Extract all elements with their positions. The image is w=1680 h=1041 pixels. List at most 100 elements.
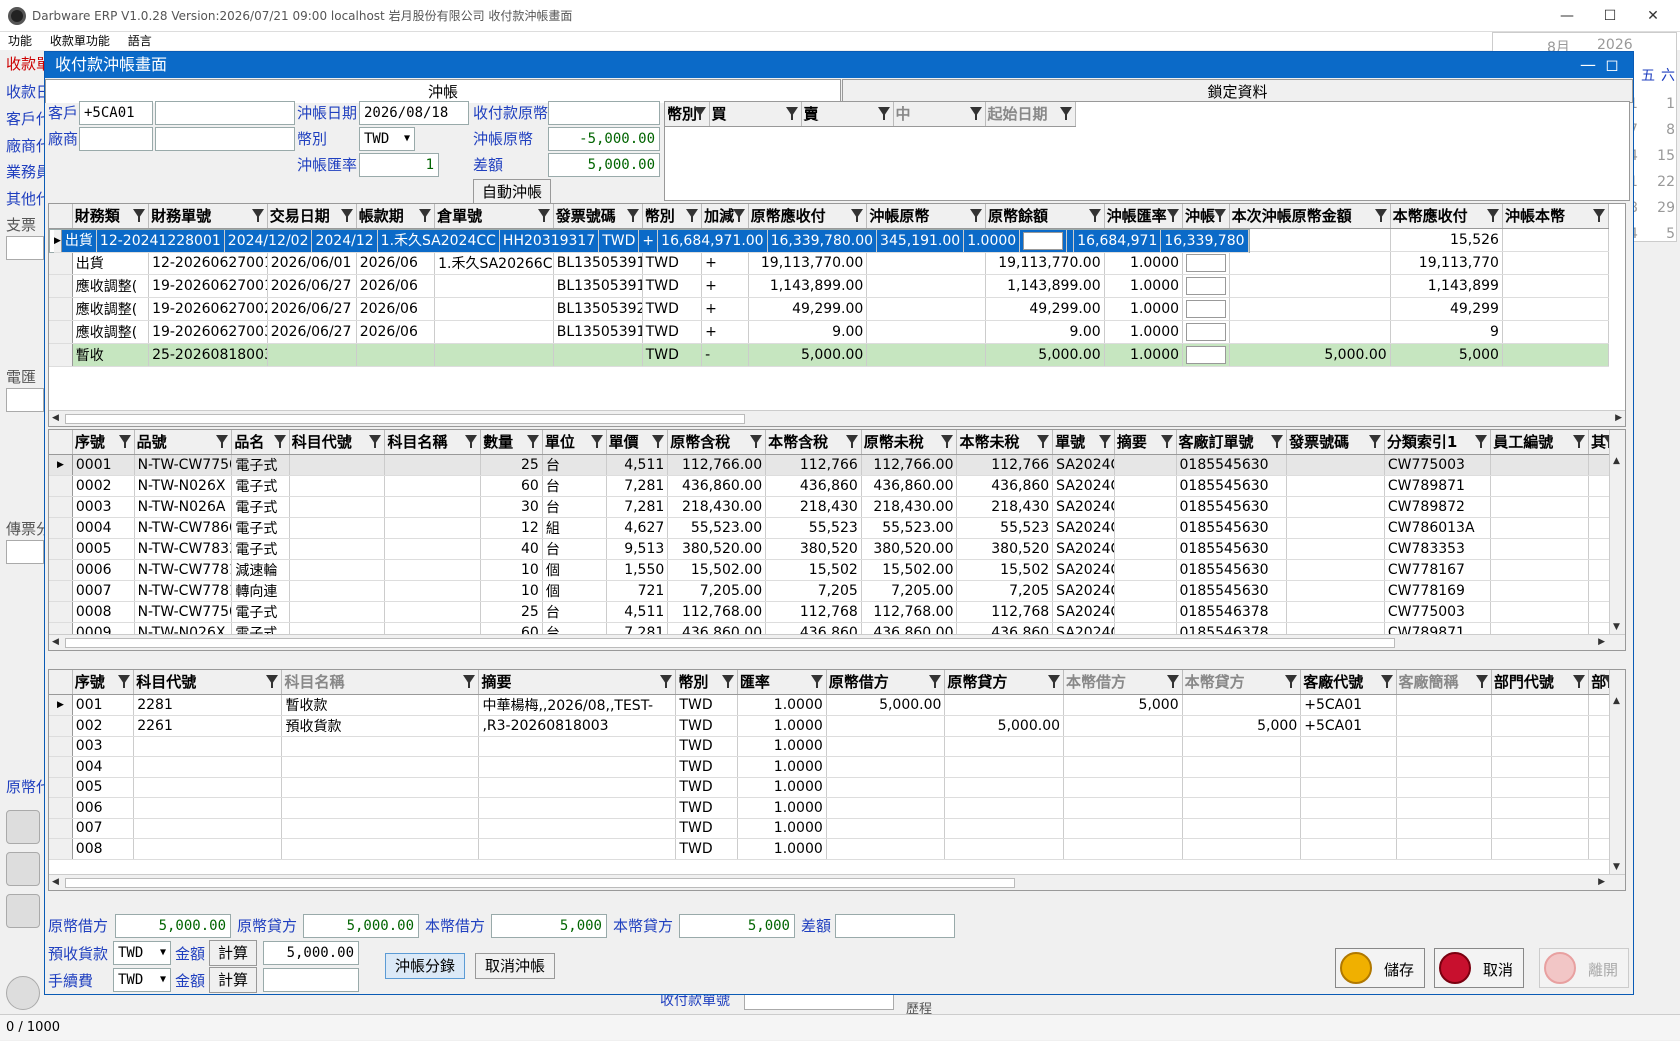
table-cell[interactable]: 004 [72,756,135,778]
table-cell[interactable]: 218,430.00 [861,496,958,518]
column-header[interactable]: 單號 [1052,430,1115,455]
table-cell[interactable]: 出貨 [61,229,97,253]
table-cell[interactable]: + [701,297,749,321]
table-cell[interactable] [434,274,554,298]
table-cell[interactable]: TWD [598,229,640,253]
filter-icon[interactable] [1213,209,1226,222]
table-cell[interactable]: 55,523.00 [667,517,767,539]
table-cell[interactable]: 2026/06 [356,251,436,275]
currency-select[interactable]: TWD ▼ [359,127,415,151]
table-cell[interactable] [289,475,386,497]
table-cell[interactable]: 0007 [72,580,135,602]
filter-icon[interactable] [1271,435,1284,448]
table-cell[interactable]: 1.0000 [737,715,827,737]
table-cell[interactable]: 1.0000 [737,756,827,778]
table-cell[interactable]: 15,526 [1390,228,1503,252]
filter-icon[interactable] [1285,675,1298,688]
exit-button[interactable]: 離開 [1539,948,1629,988]
table-cell[interactable]: CW789871 [1384,475,1492,497]
column-header[interactable]: 沖帳原幣 [866,204,986,229]
table-cell[interactable] [1300,818,1397,839]
table-cell[interactable] [1286,559,1385,581]
offset-checkbox-cell[interactable] [1182,251,1230,275]
table-cell[interactable]: 0002 [72,475,135,497]
table-cell[interactable]: SA2024C [1052,601,1115,623]
filter-icon[interactable] [1573,435,1586,448]
table-cell[interactable] [1490,517,1590,539]
table-cell[interactable]: TWD [642,274,703,298]
table-cell[interactable]: +5CA01 [1300,694,1397,716]
table-row[interactable]: 0003 N-TW-N026A 電子式 30 台 7,281 218,430.00 218,4… [49,496,1619,518]
filter-icon[interactable] [845,435,858,448]
table-cell[interactable]: + [638,229,659,253]
table-cell[interactable]: 1,550 [606,559,669,581]
table-cell[interactable]: TWD [675,756,738,778]
calendar-day[interactable]: 22 [1639,169,1675,195]
cancel-offset-button[interactable]: 取消沖帳 [475,953,555,979]
filter-icon[interactable] [1486,209,1499,222]
offset-checkbox-cell[interactable] [1182,320,1230,344]
table-cell[interactable]: 9.00 [985,320,1105,344]
table-cell[interactable] [1300,756,1397,778]
table-cell[interactable]: 1.0000 [737,777,827,798]
table-cell[interactable] [1286,601,1385,623]
column-header[interactable]: 沖帳匯率 [1104,204,1184,229]
table-cell[interactable] [866,297,986,321]
table-cell[interactable] [384,559,482,581]
orig-amount-input[interactable] [548,101,660,125]
table-cell[interactable] [1114,454,1177,476]
table-cell[interactable]: N-TW-CW7781 [134,580,233,602]
table-row[interactable]: 0005N-TW-CW7833.電子式40台9,513380,520.00380… [49,538,1619,560]
table-cell[interactable]: 1.0000 [737,838,827,860]
dialog-minimize-button[interactable]: — [1577,52,1599,78]
table-cell[interactable] [281,777,480,798]
table-cell[interactable] [944,838,1065,860]
table-cell[interactable]: 16,339,780.00 [767,229,878,253]
table-cell[interactable]: 15,502 [765,559,862,581]
table-cell[interactable]: 組 [542,517,607,539]
table-cell[interactable]: 電子式 [231,601,290,623]
table-cell[interactable]: 電子式 [231,496,290,518]
column-header[interactable]: 序號 [72,670,135,695]
column-header[interactable]: 本幣貸方 [1182,670,1302,695]
table-cell[interactable] [1490,496,1590,518]
table-cell[interactable]: 1.0000 [1104,297,1184,321]
table-cell[interactable] [1502,228,1610,252]
row-indicator[interactable] [49,343,73,367]
table-cell[interactable] [1300,838,1397,860]
table-row[interactable]: 0006 N-TW-CW7781 減速輪 10 個 1,550 15,502.00 15,50… [49,559,1619,581]
table-cell[interactable] [1063,736,1183,757]
table-cell[interactable] [1502,297,1610,321]
table-cell[interactable]: 19,113,770.00 [748,251,868,275]
table-cell[interactable] [826,736,946,757]
table-cell[interactable] [1491,756,1590,778]
table-cell[interactable] [1300,797,1397,819]
tab-offset[interactable]: 沖帳 [45,79,841,103]
calendar-day[interactable]: 8 [1639,117,1675,143]
table-cell[interactable]: 7,281 [606,475,669,497]
table-cell[interactable]: N-TW-N026A [134,496,233,518]
table-cell[interactable] [281,838,480,860]
table-cell[interactable]: 112,768 [765,601,862,623]
row-indicator[interactable]: ▶ [54,229,62,253]
table-cell[interactable] [944,797,1065,819]
table-cell[interactable]: 暫收款 [281,694,480,716]
table-row[interactable]: 004 TWD 1.0000 [49,756,1619,778]
table-cell[interactable]: 應收調整( [72,320,150,344]
table-cell[interactable] [1114,475,1177,497]
table-cell[interactable]: 19-20260627001 [148,274,268,298]
row-indicator[interactable] [49,517,73,539]
table-cell[interactable] [826,818,946,839]
table-row[interactable]: 0007 N-TW-CW7781 轉向連 10 個 721 7,205.00 7,205 7,2… [49,580,1619,602]
table-cell[interactable] [133,777,283,798]
table-cell[interactable] [1063,818,1183,839]
table-cell[interactable] [1396,777,1492,798]
table-cell[interactable]: N-TW-CW7781 [134,559,233,581]
vertical-scrollbar[interactable]: ▲ ▼ [1609,430,1625,634]
column-header[interactable]: 科目代號 [289,430,386,455]
table-cell[interactable]: + [701,251,749,275]
filter-icon[interactable] [273,435,286,448]
table-cell[interactable]: SA2024C [1052,475,1115,497]
table-cell[interactable]: BL13505392 [553,297,643,321]
table-cell[interactable] [478,818,677,839]
